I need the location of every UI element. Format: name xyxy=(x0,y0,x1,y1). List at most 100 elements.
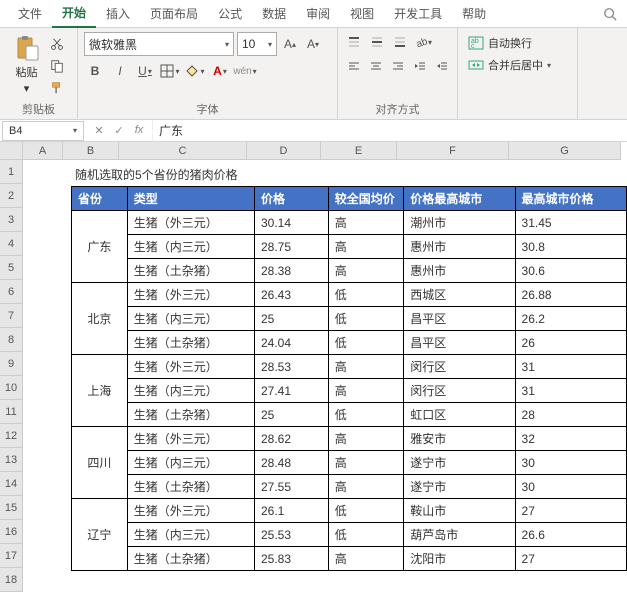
fill-color-button[interactable]: ▾ xyxy=(184,60,206,82)
data-cell[interactable]: 雅安市 xyxy=(404,427,515,451)
column-header[interactable]: A xyxy=(23,142,63,160)
data-cell[interactable]: 31.45 xyxy=(515,211,626,235)
data-cell[interactable]: 鞍山市 xyxy=(404,499,515,523)
column-header[interactable]: F xyxy=(397,142,509,160)
data-cell[interactable]: 生猪（土杂猪） xyxy=(127,475,254,499)
data-cell[interactable]: 26.6 xyxy=(515,523,626,547)
data-cell[interactable]: 28.53 xyxy=(254,355,328,379)
underline-button[interactable]: U▾ xyxy=(134,60,156,82)
data-cell[interactable]: 低 xyxy=(328,403,404,427)
align-center-button[interactable] xyxy=(366,56,385,76)
data-cell[interactable]: 30 xyxy=(515,475,626,499)
font-name-select[interactable]: 微软雅黑▾ xyxy=(84,32,234,56)
font-color-button[interactable]: A▾ xyxy=(209,60,231,82)
data-cell[interactable]: 生猪（内三元） xyxy=(127,379,254,403)
data-cell[interactable]: 高 xyxy=(328,475,404,499)
decrease-indent-button[interactable] xyxy=(410,56,429,76)
data-cell[interactable]: 27.55 xyxy=(254,475,328,499)
decrease-font-button[interactable]: A▾ xyxy=(303,33,323,55)
column-header[interactable]: D xyxy=(247,142,321,160)
row-header[interactable]: 7 xyxy=(0,304,23,328)
increase-indent-button[interactable] xyxy=(432,56,451,76)
data-cell[interactable]: 26.43 xyxy=(254,283,328,307)
data-cell[interactable]: 潮州市 xyxy=(404,211,515,235)
data-cell[interactable]: 生猪（土杂猪） xyxy=(127,259,254,283)
tab-file[interactable]: 文件 xyxy=(8,0,52,28)
data-cell[interactable]: 30.8 xyxy=(515,235,626,259)
data-cell[interactable]: 24.04 xyxy=(254,331,328,355)
data-cell[interactable]: 低 xyxy=(328,331,404,355)
bold-button[interactable]: B xyxy=(84,60,106,82)
province-cell[interactable]: 广东 xyxy=(72,211,128,283)
data-cell[interactable]: 生猪（内三元） xyxy=(127,235,254,259)
confirm-edit-button[interactable]: ✓ xyxy=(112,124,126,137)
column-header[interactable]: E xyxy=(321,142,397,160)
data-cell[interactable]: 26.88 xyxy=(515,283,626,307)
data-cell[interactable]: 高 xyxy=(328,427,404,451)
row-header[interactable]: 2 xyxy=(0,184,23,208)
data-cell[interactable]: 葫芦岛市 xyxy=(404,523,515,547)
data-cell[interactable]: 26 xyxy=(515,331,626,355)
data-cell[interactable]: 虹口区 xyxy=(404,403,515,427)
data-cell[interactable]: 25.53 xyxy=(254,523,328,547)
row-header[interactable]: 15 xyxy=(0,496,23,520)
data-cell[interactable]: 28.75 xyxy=(254,235,328,259)
data-cell[interactable]: 生猪（外三元） xyxy=(127,499,254,523)
data-cell[interactable]: 生猪（内三元） xyxy=(127,523,254,547)
format-painter-button[interactable] xyxy=(47,78,67,98)
province-cell[interactable]: 辽宁 xyxy=(72,499,128,571)
data-cell[interactable]: 闵行区 xyxy=(404,355,515,379)
data-cell[interactable]: 生猪（外三元） xyxy=(127,211,254,235)
align-top-button[interactable] xyxy=(344,32,364,52)
data-cell[interactable]: 30 xyxy=(515,451,626,475)
data-cell[interactable]: 遂宁市 xyxy=(404,451,515,475)
row-header[interactable]: 9 xyxy=(0,352,23,376)
tab-layout[interactable]: 页面布局 xyxy=(140,0,208,28)
data-cell[interactable]: 26.2 xyxy=(515,307,626,331)
data-cell[interactable]: 生猪（内三元） xyxy=(127,451,254,475)
font-size-select[interactable]: 10▾ xyxy=(237,32,277,56)
data-cell[interactable]: 低 xyxy=(328,307,404,331)
fx-button[interactable]: fx xyxy=(132,124,146,137)
cancel-edit-button[interactable]: ✕ xyxy=(92,124,106,137)
search-icon[interactable] xyxy=(603,7,617,21)
row-header[interactable]: 13 xyxy=(0,448,23,472)
tab-help[interactable]: 帮助 xyxy=(452,0,496,28)
data-cell[interactable]: 惠州市 xyxy=(404,235,515,259)
row-header[interactable]: 6 xyxy=(0,280,23,304)
data-cell[interactable]: 31 xyxy=(515,355,626,379)
data-cell[interactable]: 28 xyxy=(515,403,626,427)
row-header[interactable]: 12 xyxy=(0,424,23,448)
data-cell[interactable]: 生猪（外三元） xyxy=(127,355,254,379)
data-cell[interactable]: 30.6 xyxy=(515,259,626,283)
data-cell[interactable]: 生猪（土杂猪） xyxy=(127,403,254,427)
data-cell[interactable]: 生猪（外三元） xyxy=(127,283,254,307)
data-cell[interactable]: 高 xyxy=(328,379,404,403)
data-cell[interactable]: 32 xyxy=(515,427,626,451)
copy-button[interactable] xyxy=(47,56,67,76)
row-header[interactable]: 11 xyxy=(0,400,23,424)
data-cell[interactable]: 生猪（外三元） xyxy=(127,427,254,451)
column-header[interactable]: C xyxy=(119,142,247,160)
row-header[interactable]: 5 xyxy=(0,256,23,280)
data-cell[interactable]: 28.48 xyxy=(254,451,328,475)
tab-insert[interactable]: 插入 xyxy=(96,0,140,28)
data-cell[interactable]: 28.38 xyxy=(254,259,328,283)
column-header[interactable]: G xyxy=(509,142,621,160)
row-header[interactable]: 18 xyxy=(0,568,23,592)
data-cell[interactable]: 遂宁市 xyxy=(404,475,515,499)
cut-button[interactable] xyxy=(47,34,67,54)
data-cell[interactable]: 高 xyxy=(328,355,404,379)
tab-data[interactable]: 数据 xyxy=(252,0,296,28)
increase-font-button[interactable]: A▴ xyxy=(280,33,300,55)
data-cell[interactable]: 26.1 xyxy=(254,499,328,523)
data-cell[interactable]: 28.62 xyxy=(254,427,328,451)
column-header[interactable]: B xyxy=(63,142,119,160)
data-cell[interactable]: 生猪（土杂猪） xyxy=(127,547,254,571)
row-header[interactable]: 3 xyxy=(0,208,23,232)
data-cell[interactable]: 25 xyxy=(254,307,328,331)
data-cell[interactable]: 31 xyxy=(515,379,626,403)
tab-home[interactable]: 开始 xyxy=(52,0,96,28)
data-cell[interactable]: 25 xyxy=(254,403,328,427)
row-header[interactable]: 10 xyxy=(0,376,23,400)
